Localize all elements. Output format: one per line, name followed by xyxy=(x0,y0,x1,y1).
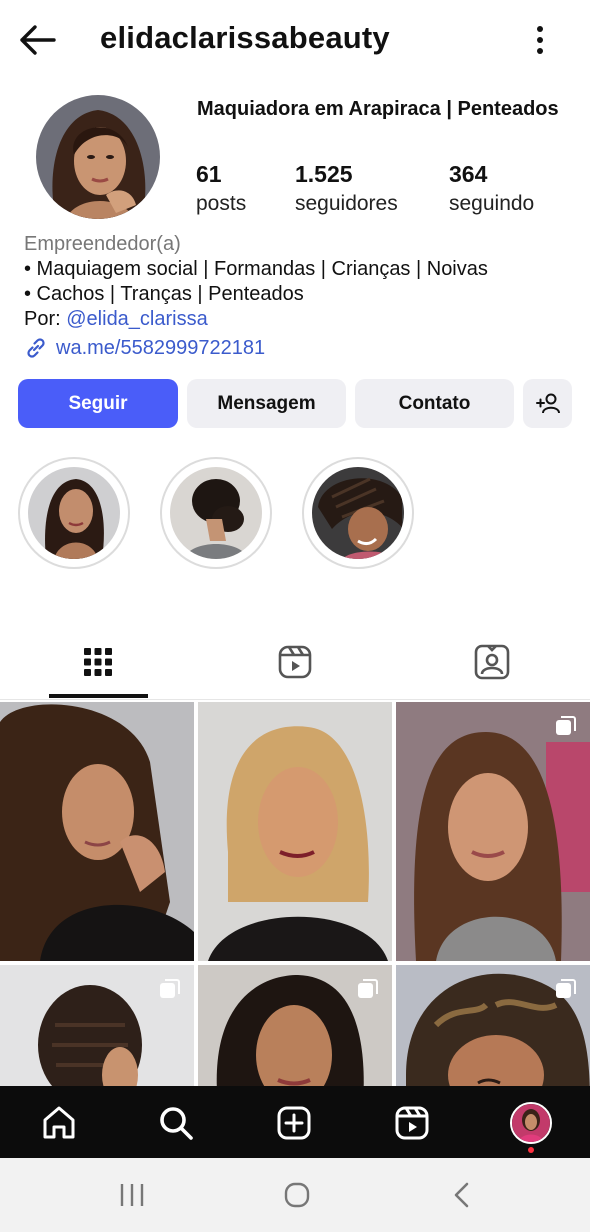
arrow-left-icon[interactable] xyxy=(18,22,58,58)
contact-button[interactable]: Contato xyxy=(355,379,514,428)
bio-by-prefix: Por: xyxy=(24,308,67,330)
create-icon[interactable] xyxy=(275,1104,313,1142)
post-thumbnail[interactable] xyxy=(0,965,194,1086)
story-highlight[interactable] xyxy=(160,457,272,569)
active-tab-indicator xyxy=(49,694,148,698)
tagged-icon[interactable] xyxy=(472,642,512,682)
multiple-posts-icon xyxy=(556,716,576,735)
home-circle-icon[interactable] xyxy=(282,1180,312,1210)
stat-posts[interactable]: 61 posts xyxy=(196,160,246,220)
content-tabs xyxy=(0,626,590,700)
system-navigation xyxy=(0,1158,590,1232)
notification-dot xyxy=(528,1147,534,1153)
stat-posts-label: posts xyxy=(196,192,247,215)
highlight-portrait xyxy=(28,467,120,559)
grid-icon[interactable] xyxy=(78,642,118,682)
follow-button[interactable]: Seguir xyxy=(18,379,178,428)
profile-bio: Empreendedor(a) • Maquiagem social | For… xyxy=(24,232,584,332)
stat-posts-value: 61 xyxy=(196,161,222,187)
more-vertical-icon[interactable] xyxy=(528,24,552,58)
back-chevron-icon[interactable] xyxy=(450,1180,474,1210)
add-person-icon xyxy=(535,393,560,413)
bio-mention-link[interactable]: @elida_clarissa xyxy=(66,308,207,330)
multiple-posts-icon xyxy=(160,979,180,998)
stat-followers[interactable]: 1.525 seguidores xyxy=(295,160,398,220)
post-thumbnail[interactable] xyxy=(396,965,590,1086)
profile-avatar[interactable] xyxy=(36,95,160,219)
search-icon[interactable] xyxy=(157,1104,195,1142)
post-thumbnail[interactable] xyxy=(0,702,194,961)
highlight-hairstyle xyxy=(170,467,262,559)
post-thumbnail[interactable] xyxy=(396,702,590,961)
profile-avatar[interactable] xyxy=(510,1102,552,1144)
story-highlight[interactable] xyxy=(302,457,414,569)
profile-website-link[interactable]: wa.me/5582999722181 xyxy=(24,335,265,361)
bio-line: • Maquiagem social | Formandas | Criança… xyxy=(24,258,488,280)
website-text: wa.me/5582999722181 xyxy=(56,336,266,359)
top-bar: elidaclarissabeauty xyxy=(0,0,590,82)
suggest-people-button[interactable] xyxy=(523,379,572,428)
post-thumbnail[interactable] xyxy=(198,702,392,961)
bio-line: • Cachos | Tranças | Penteados xyxy=(24,283,304,305)
link-icon xyxy=(27,338,45,358)
post-thumbnail[interactable] xyxy=(198,965,392,1086)
reels-icon[interactable] xyxy=(393,1104,431,1142)
stat-following[interactable]: 364 seguindo xyxy=(449,160,534,220)
profile-username: elidaclarissabeauty xyxy=(100,20,390,55)
story-highlight[interactable] xyxy=(18,457,130,569)
posts-grid xyxy=(0,702,590,1086)
multiple-posts-icon xyxy=(358,979,378,998)
multiple-posts-icon xyxy=(556,979,576,998)
stat-following-label: seguindo xyxy=(449,192,535,215)
profile-display-name: Maquiadora em Arapiraca | Penteados xyxy=(197,98,559,120)
bottom-navigation xyxy=(0,1086,590,1158)
recents-icon[interactable] xyxy=(118,1180,146,1210)
reels-icon[interactable] xyxy=(275,642,315,682)
stat-followers-value: 1.525 xyxy=(295,161,353,187)
highlight-braids xyxy=(312,467,404,559)
stat-followers-label: seguidores xyxy=(295,192,398,215)
message-button[interactable]: Mensagem xyxy=(187,379,346,428)
stat-following-value: 364 xyxy=(449,161,488,187)
bio-by-line: Por: @elida_clarissa xyxy=(24,307,584,332)
profile-category: Empreendedor(a) xyxy=(24,233,181,255)
home-icon[interactable] xyxy=(40,1104,78,1142)
